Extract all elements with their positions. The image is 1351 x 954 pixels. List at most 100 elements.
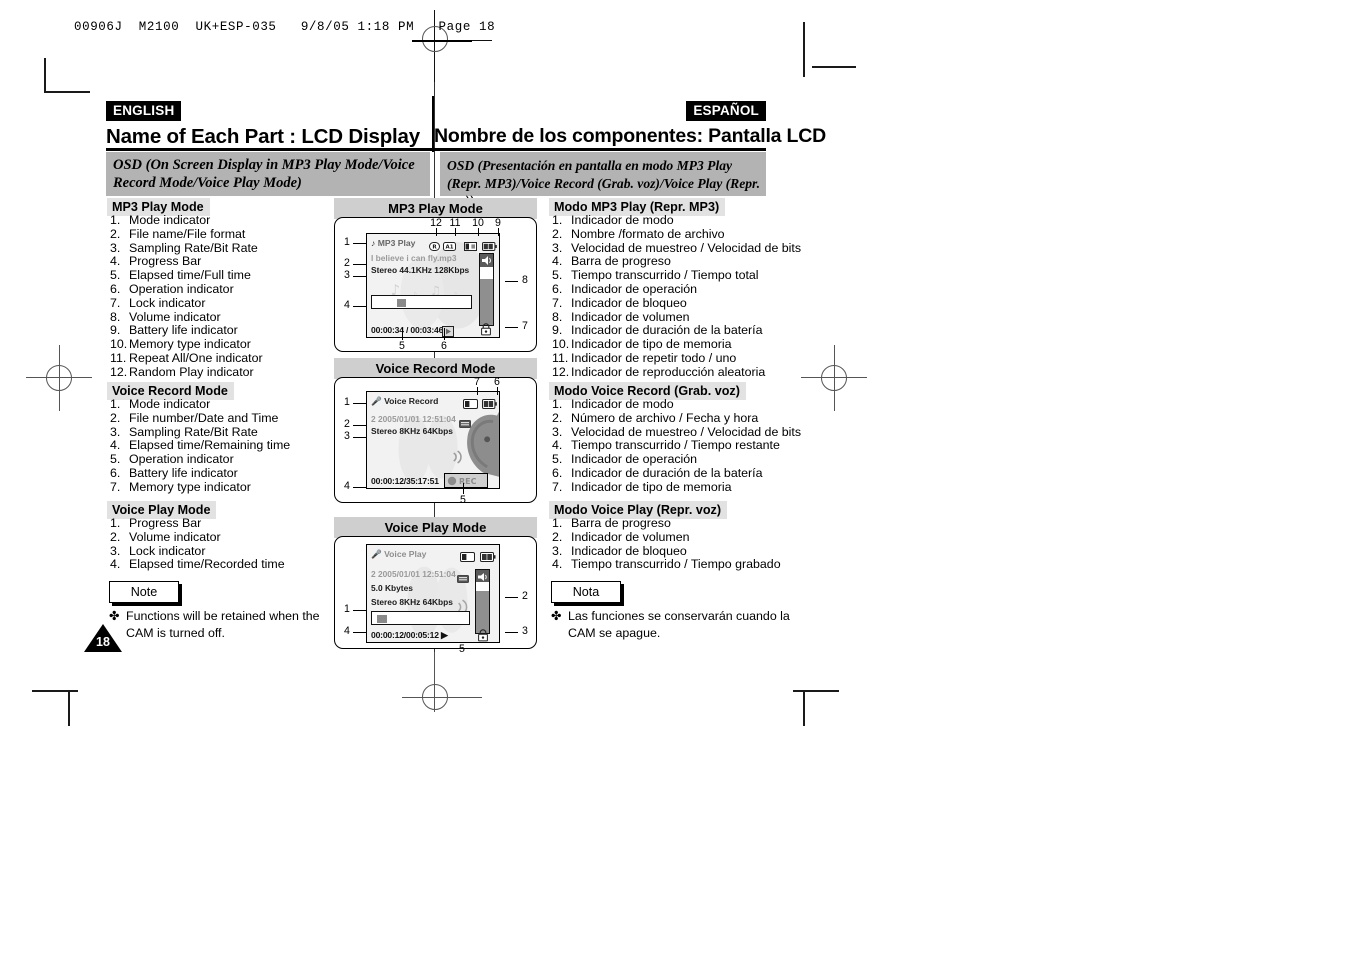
memory-type-icon-inline bbox=[459, 415, 471, 433]
list-item-label: Indicador de operación bbox=[571, 281, 698, 296]
diagram-frame-mp3: ♪ ♪ ♫ ♪ ♪ MP3 Play R A1 bbox=[334, 217, 537, 352]
volume-indicator-voice-play[interactable] bbox=[475, 569, 490, 634]
leader-vrec-1 bbox=[353, 403, 366, 404]
osd-subtitle-spanish: OSD (Presentación en pantalla en modo MP… bbox=[440, 152, 766, 208]
lcd-screen-voice-record: 🎤 Voice Record 2 2005/01/01 12:51:04 Ste… bbox=[366, 391, 500, 489]
list-item-label: Sampling Rate/Bit Rate bbox=[129, 240, 258, 255]
progress-bar-voice-play[interactable] bbox=[371, 611, 470, 625]
english-column-header: ENGLISH Name of Each Part : LCD Display bbox=[106, 101, 442, 149]
callout-mp3-5: 5 bbox=[399, 340, 405, 352]
page-number-badge: 18 bbox=[84, 624, 122, 652]
callout-mp3-3: 3 bbox=[344, 269, 350, 281]
volume-level-fill bbox=[480, 279, 493, 325]
list-item: 4. Elapsed time/Remaining time bbox=[110, 438, 291, 453]
microphone-icon: 🎤 bbox=[371, 549, 382, 559]
memory-type-icon-inline bbox=[457, 570, 469, 588]
mode-label-text: Voice Play bbox=[384, 549, 427, 559]
list-item: 2. Indicador de volumen bbox=[552, 529, 690, 544]
list-item-label: Velocidad de muestreo / Velocidad de bit… bbox=[571, 240, 802, 255]
callout-vrec-4: 4 bbox=[344, 480, 350, 492]
memory-type-icon bbox=[463, 396, 478, 414]
memory-type-icon bbox=[464, 238, 477, 256]
callout-vrec-1: 1 bbox=[344, 396, 350, 408]
lcd-time-line-mp3: 00:00:34 / 00:03:46 bbox=[371, 325, 444, 335]
mode-label-text: Voice Record bbox=[384, 396, 439, 406]
list-item: 1. Indicador de modo bbox=[552, 397, 674, 411]
note-box-english: Note bbox=[109, 581, 179, 603]
speaker-icon bbox=[480, 254, 493, 267]
progress-bar-mp3[interactable] bbox=[371, 295, 472, 309]
list-item-label: Barra de progreso bbox=[571, 516, 671, 530]
list-item: 4. Barra de progreso bbox=[552, 254, 671, 269]
list-item-label: Sampling Rate/Bit Rate bbox=[129, 424, 258, 439]
leader-mp3-5 bbox=[402, 328, 403, 340]
list-item-label: Volume indicator bbox=[129, 309, 221, 324]
list-item: 3. Sampling Rate/Bit Rate bbox=[110, 424, 258, 439]
lcd-file-line-voice-record: 2 2005/01/01 12:51:04 bbox=[371, 414, 456, 424]
list-item: 8. Volume indicator bbox=[110, 309, 221, 324]
page-title-spanish: Nombre de los componentes: Pantalla LCD bbox=[434, 125, 827, 147]
list-item: 1. Progress Bar bbox=[110, 516, 202, 530]
battery-life-icon bbox=[480, 549, 496, 567]
callout-vplay-4: 4 bbox=[344, 625, 350, 637]
list-item: 4. Elapsed time/Recorded time bbox=[110, 557, 285, 572]
note-line: CAM se apague. bbox=[568, 626, 661, 640]
callout-vrec-2: 2 bbox=[344, 418, 350, 430]
leader-mp3-10 bbox=[478, 228, 479, 236]
lcd-mode-label-voice-record: 🎤 Voice Record bbox=[371, 396, 438, 407]
list-item-label: Battery life indicator bbox=[129, 465, 238, 480]
leader-mp3-1 bbox=[353, 243, 366, 244]
list-item-label: Indicador de volumen bbox=[571, 309, 690, 324]
leader-mp3-2 bbox=[353, 264, 366, 265]
svg-text:A1: A1 bbox=[446, 245, 454, 251]
leader-vplay-2 bbox=[505, 597, 518, 598]
callout-mp3-8: 8 bbox=[522, 274, 528, 286]
lock-icon bbox=[477, 629, 489, 642]
note-line: CAM is turned off. bbox=[126, 626, 225, 640]
list-item-label: Random Play indicator bbox=[129, 364, 254, 379]
note-row: CAM is turned off. bbox=[109, 625, 349, 642]
list-item-label: Operation indicator bbox=[129, 452, 234, 467]
diagram-title-mp3: MP3 Play Mode bbox=[334, 198, 537, 219]
list-item: 3. Sampling Rate/Bit Rate bbox=[110, 240, 258, 255]
progress-bar-knob[interactable] bbox=[377, 615, 387, 623]
list-item-label: Indicador de operación bbox=[571, 452, 698, 467]
list-item-label: Mode indicator bbox=[129, 213, 211, 227]
list-item: 5. Operation indicator bbox=[110, 452, 234, 467]
play-operation-icon: ▶ bbox=[441, 630, 448, 640]
list-item-label: Indicador de bloqueo bbox=[571, 543, 687, 558]
list-item: 2. Volume indicator bbox=[110, 529, 221, 544]
list-item: 5. Tiempo transcurrido / Tiempo total bbox=[552, 268, 759, 283]
note-box-spanish: Nota bbox=[551, 581, 621, 603]
leader-mp3-8 bbox=[505, 281, 518, 282]
list-voice-play-mode-en: 1. Progress Bar 2. Volume indicator 3. Lock… bbox=[110, 516, 285, 572]
list-item: 7. Indicador de tipo de memoria bbox=[552, 479, 732, 494]
callout-mp3-2: 2 bbox=[344, 257, 350, 269]
list-item: 7. Lock indicator bbox=[110, 295, 206, 310]
volume-indicator-mp3[interactable] bbox=[479, 253, 494, 326]
lcd-format-line-voice-play: Stereo 8KHz 64Kbps bbox=[371, 597, 453, 607]
list-item-label: Indicador de volumen bbox=[571, 529, 690, 544]
lcd-mode-label-voice-play: 🎤 Voice Play bbox=[371, 549, 426, 560]
record-indicator-voice-record: REC bbox=[444, 473, 488, 488]
leader-vrec-5 bbox=[463, 483, 464, 494]
volume-level-fill bbox=[476, 591, 489, 633]
list-item: 12. Random Play indicator bbox=[110, 364, 254, 379]
lcd-file-line-voice-play: 2 2005/01/01 12:51:04 bbox=[371, 569, 456, 579]
list-item-label: Elapsed time/Remaining time bbox=[129, 438, 291, 453]
list-item-label: Mode indicator bbox=[129, 397, 211, 411]
note-bullet-icon: ✤ bbox=[551, 609, 562, 623]
callout-mp3-7: 7 bbox=[522, 320, 528, 332]
progress-bar-knob[interactable] bbox=[397, 299, 406, 307]
lcd-time-line-voice-record: 00:00:12/35:17:51 bbox=[371, 476, 439, 486]
lcd-screen-voice-play: 🎤 Voice Play 2 2005/01/01 12:51:04 5.0 K… bbox=[366, 544, 500, 643]
note-row: ✤ Functions will be retained when the bbox=[109, 608, 349, 625]
list-item-label: Progress Bar bbox=[129, 254, 202, 269]
list-item-label: Indicador de repetir todo / uno bbox=[571, 350, 737, 365]
list-item-label: Lock indicator bbox=[129, 295, 206, 310]
callout-vplay-3: 3 bbox=[522, 625, 528, 637]
diagram-frame-voice-record: 🎤 Voice Record 2 2005/01/01 12:51:04 Ste… bbox=[334, 377, 537, 503]
list-item-label: Número de archivo / Fecha y hora bbox=[571, 410, 759, 425]
list-item-label: Repeat All/One indicator bbox=[129, 350, 263, 365]
list-item-label: Progress Bar bbox=[129, 516, 202, 530]
